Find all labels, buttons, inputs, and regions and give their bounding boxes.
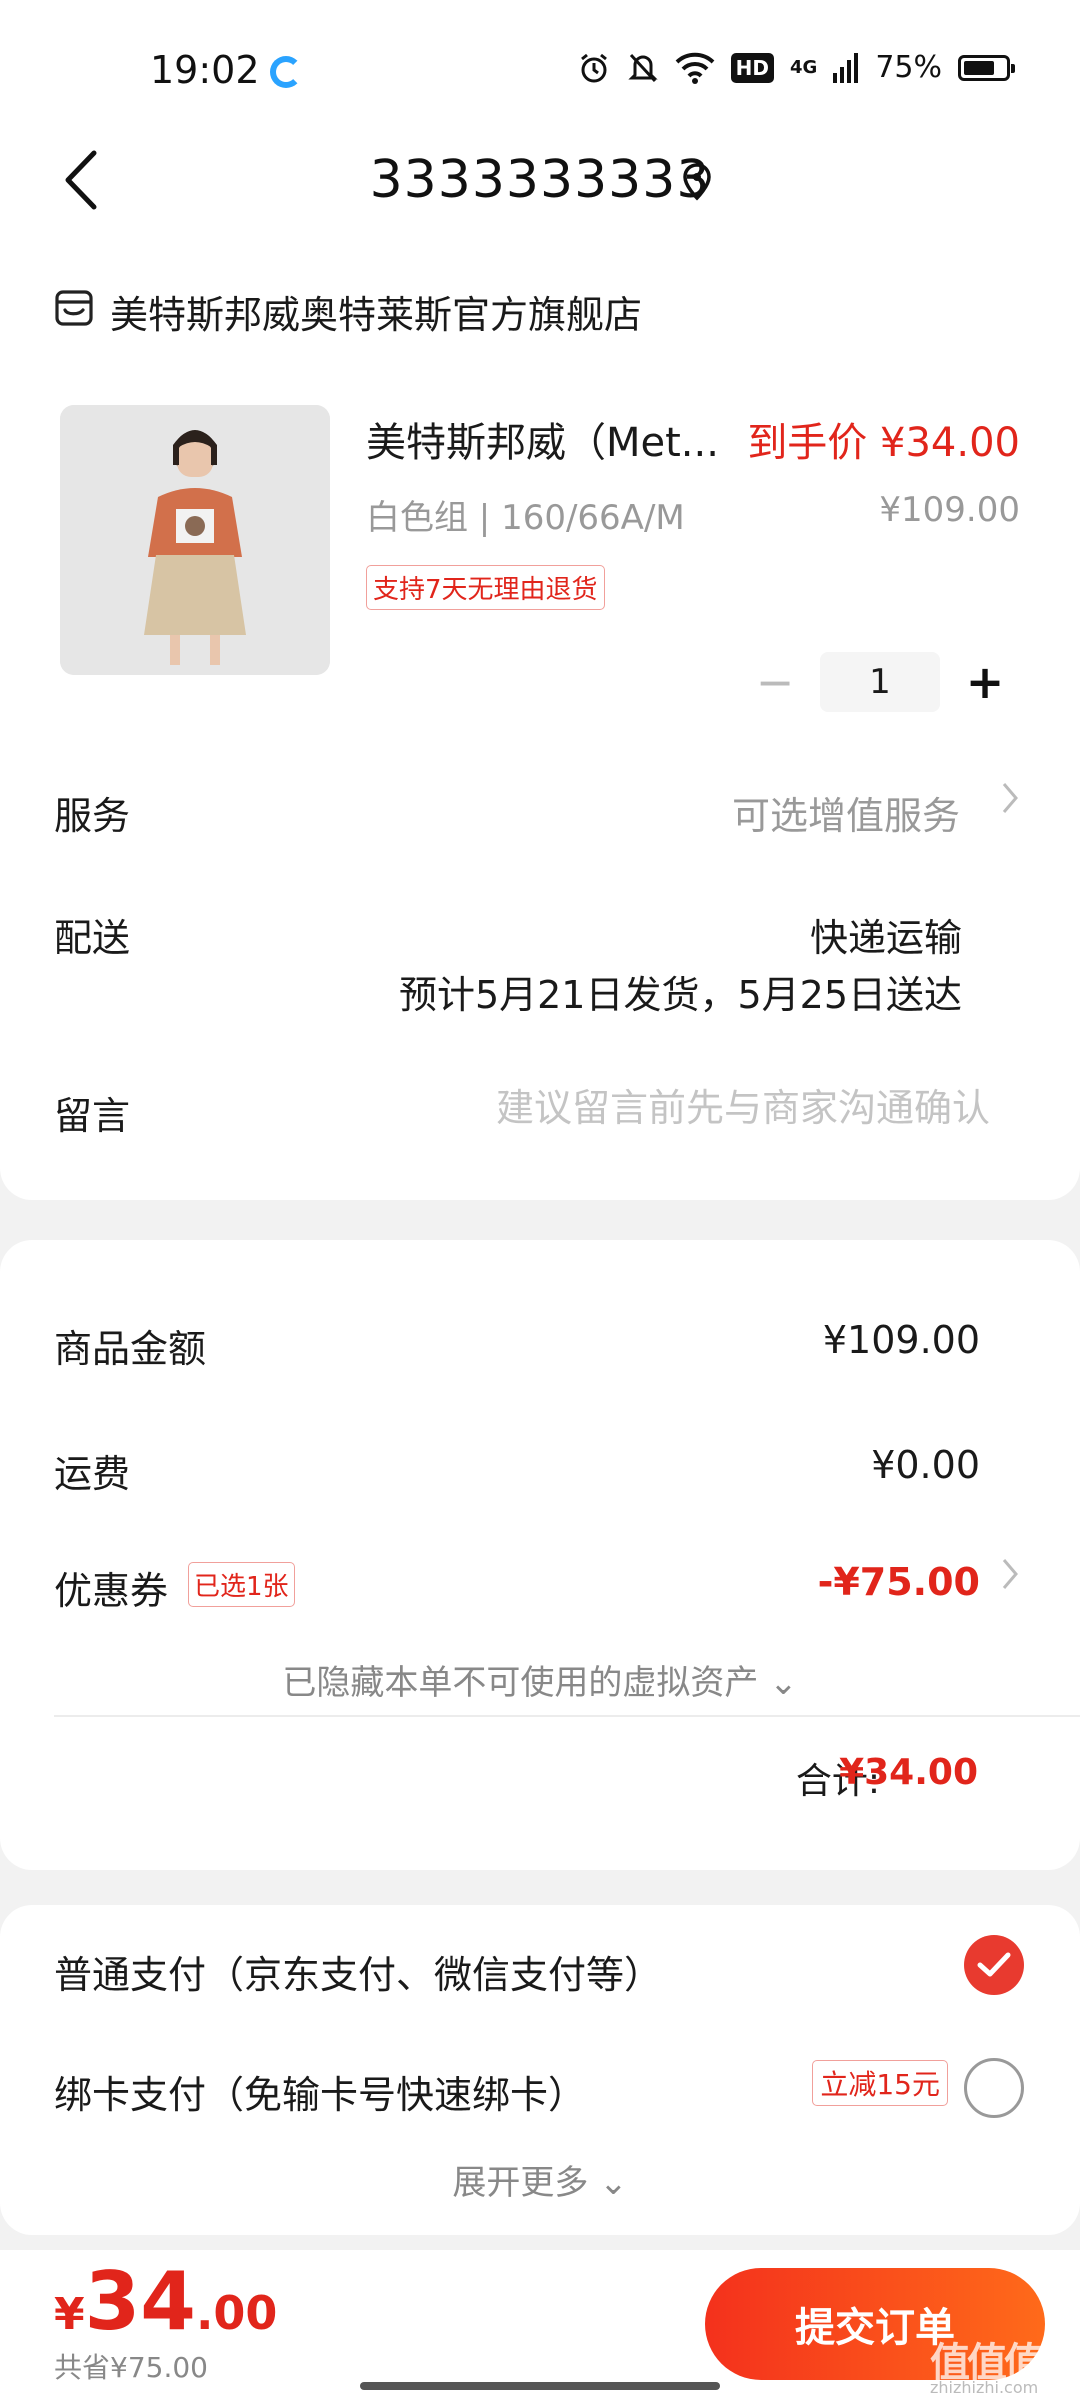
coupon-label: 优惠券 xyxy=(54,1569,169,1613)
expand-more-button[interactable]: 展开更多 ⌄ xyxy=(0,2155,1080,2204)
delivery-label: 配送 xyxy=(54,916,131,960)
battery-icon xyxy=(958,54,1015,81)
goods-amount-value: ¥109.00 xyxy=(822,1318,980,1362)
bottom-total: ¥ 34 .00 xyxy=(54,2255,277,2348)
currency-symbol: ¥ xyxy=(54,2289,85,2340)
order-card xyxy=(0,250,1080,1200)
home-indicator[interactable] xyxy=(360,2382,720,2390)
goods-amount-label: 商品金额 xyxy=(54,1327,207,1371)
hd-icon: HD xyxy=(730,52,774,83)
shipping-label: 运费 xyxy=(54,1452,131,1496)
total-integer: 34 xyxy=(84,2255,196,2348)
quantity-minus-button[interactable]: − xyxy=(740,652,810,712)
total-decimal: .00 xyxy=(195,2286,278,2340)
discount-badge: 立减15元 xyxy=(812,2060,948,2106)
shipping-value: ¥0.00 xyxy=(871,1443,980,1487)
delivery-method[interactable]: 快递运输 xyxy=(810,907,962,962)
mute-bell-icon xyxy=(627,51,659,85)
original-price: ¥109.00 xyxy=(879,490,1020,530)
product-spec[interactable]: 白色组 | 160/66A/M xyxy=(366,490,685,539)
delivery-estimate: 预计5月21日发货，5月25日送达 xyxy=(398,973,962,1017)
deal-price: 到手价 ¥34.00 xyxy=(747,420,1020,466)
page-title: 3333333333 xyxy=(369,150,711,210)
coupon-value[interactable]: -¥75.00 xyxy=(818,1560,980,1604)
quantity-stepper: − 1 + xyxy=(740,652,1020,712)
payment-radio-selected[interactable] xyxy=(964,1935,1024,1995)
service-label: 服务 xyxy=(54,794,131,838)
payment-option-bind-card[interactable]: 绑卡支付（免输卡号快速绑卡） xyxy=(54,2064,586,2119)
quantity-plus-button[interactable]: + xyxy=(950,652,1020,712)
store-name[interactable]: 美特斯邦威奥特莱斯官方旗舰店 xyxy=(110,284,642,339)
wifi-icon xyxy=(675,52,715,84)
loading-indicator-icon xyxy=(270,56,302,88)
quantity-value[interactable]: 1 xyxy=(820,652,940,712)
service-value[interactable]: 可选增值服务 xyxy=(732,785,960,840)
coupon-chevron-icon[interactable] xyxy=(1000,1556,1020,1601)
check-icon xyxy=(977,1952,1011,1977)
watermark-url: zhizhizhi.com xyxy=(930,2378,1039,2397)
signal-bars-icon xyxy=(833,52,859,83)
coupon-selected-badge: 已选1张 xyxy=(188,1562,295,1607)
store-icon xyxy=(54,288,94,332)
divider xyxy=(54,1715,1080,1717)
product-name[interactable]: 美特斯邦威（Met... xyxy=(366,410,726,468)
service-chevron-icon[interactable] xyxy=(1000,780,1020,825)
product-image[interactable] xyxy=(60,405,330,675)
note-label: 留言 xyxy=(54,1094,131,1138)
location-pin-icon[interactable] xyxy=(680,162,714,206)
payment-option-standard[interactable]: 普通支付（京东支付、微信支付等） xyxy=(54,1944,662,1999)
hidden-assets-toggle[interactable]: 已隐藏本单不可使用的虚拟资产 ⌄ xyxy=(0,1655,1080,1704)
status-time: 19:02 xyxy=(150,48,260,92)
status-icons: HD 4G 75% xyxy=(577,50,1015,85)
saved-amount: 共省¥75.00 xyxy=(54,2351,208,2384)
network-type: 4G xyxy=(790,57,818,78)
total-value: ¥34.00 xyxy=(839,1752,978,1793)
battery-fill xyxy=(964,60,994,75)
signal-icon: 4G xyxy=(790,57,817,78)
note-input[interactable] xyxy=(390,1078,990,1138)
alarm-icon xyxy=(577,51,611,85)
return-policy-badge: 支持7天无理由退货 xyxy=(366,565,605,610)
payment-radio-unselected[interactable] xyxy=(964,2058,1024,2118)
battery-percent: 75% xyxy=(875,50,942,85)
top-area xyxy=(0,0,1080,250)
